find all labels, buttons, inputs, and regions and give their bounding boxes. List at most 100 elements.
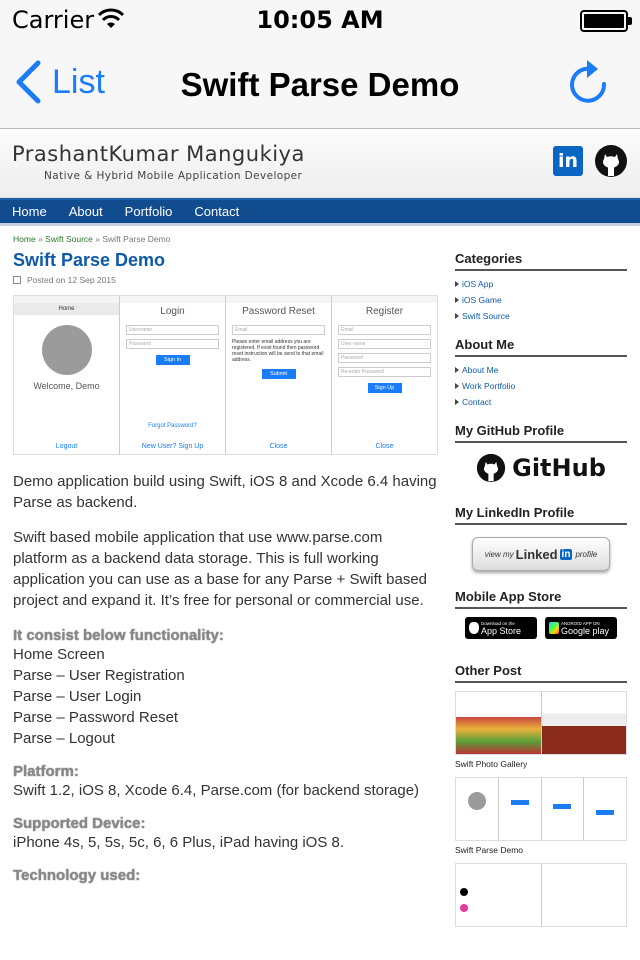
breadcrumb-separator: » — [38, 234, 43, 244]
badge-post-text: profile — [575, 549, 598, 559]
reenter-password-field: Re-enter Password — [338, 367, 431, 377]
other-post-title[interactable]: Swift Parse Demo — [455, 845, 627, 855]
github-title: My GitHub Profile — [455, 423, 627, 443]
password-field: Password — [338, 353, 431, 363]
apple-icon — [469, 622, 479, 634]
app-store-button[interactable]: Download on the App Store — [465, 617, 537, 639]
github-icon[interactable] — [594, 144, 628, 178]
web-view[interactable]: PrashantKumar Mangukiya Native & Hybrid … — [0, 130, 640, 960]
store-badges: Download on the App Store ANDROID APP ON… — [455, 617, 627, 639]
post-thumbnail-task-app[interactable] — [455, 863, 627, 927]
screenshot-register: Register Email User name Password Re-ent… — [332, 296, 437, 454]
linkedin-profile-badge[interactable]: view my Linked in profile — [472, 537, 610, 571]
about-me-link[interactable]: About Me — [455, 365, 627, 375]
contact-link[interactable]: Contact — [455, 397, 627, 407]
about-list: About Me Work Portfolio Contact — [455, 365, 627, 407]
screenshot-password-reset: Password Reset Email Please enter email … — [226, 296, 332, 454]
screen-header: Register — [365, 306, 404, 317]
username-field: User name — [338, 339, 431, 349]
devices-text: iPhone 4s, 5, 5s, 5c, 6, 6 Plus, iPad ha… — [13, 834, 345, 851]
sign-up-link: New User? Sign Up — [141, 443, 204, 450]
app-store-big-text: App Store — [481, 625, 522, 636]
category-ios-game[interactable]: iOS Game — [455, 295, 627, 305]
categories-title: Categories — [455, 251, 627, 271]
google-play-big-text: Google play — [561, 625, 610, 636]
functionality-heading: It consist below functionality: — [13, 627, 224, 644]
devices-heading: Supported Device: — [13, 815, 146, 832]
site-author-name[interactable]: PrashantKumar Mangukiya — [12, 142, 305, 166]
reset-instructions: Please enter email address you are regis… — [232, 339, 324, 363]
breadcrumb-current: Swift Parse Demo — [102, 234, 171, 244]
breadcrumb-separator: » — [95, 234, 100, 244]
categories-list: iOS App iOS Game Swift Source — [455, 279, 627, 321]
refresh-icon[interactable] — [566, 58, 612, 106]
close-link: Close — [269, 443, 288, 450]
badge-pre-text: view my — [484, 549, 514, 559]
breadcrumb-section[interactable]: Swift Source — [45, 234, 93, 244]
submit-button: Submit — [261, 369, 296, 379]
clock: 10:05 AM — [256, 6, 384, 34]
status-bar: Carrier 10:05 AM — [0, 0, 640, 40]
sidebar: Categories iOS App iOS Game Swift Source… — [455, 251, 627, 927]
functionality-list: Home Screen Parse – User Registration Pa… — [13, 644, 438, 749]
platform-text: Swift 1.2, iOS 8, Xcode 6.4, Parse.com (… — [13, 782, 420, 799]
menu-item-home[interactable]: Home — [12, 204, 47, 219]
list-item: Parse – Logout — [13, 730, 115, 747]
list-item: Parse – User Registration — [13, 667, 185, 684]
post-date-text: Posted on 12 Sep 2015 — [27, 275, 116, 285]
screen-header: Password Reset — [242, 306, 315, 317]
avatar — [41, 325, 92, 375]
list-item: Parse – Password Reset — [13, 709, 179, 726]
site-menu: Home About Portfolio Contact — [0, 198, 640, 226]
breadcrumb: Home » Swift Source » Swift Parse Demo — [13, 234, 438, 244]
close-link: Close — [375, 443, 394, 450]
screenshot-login: Login Username Password Sign In Forgot P… — [120, 296, 226, 454]
battery-icon — [580, 10, 632, 32]
post-title[interactable]: Swift Parse Demo — [13, 250, 438, 271]
welcome-text: Welcome, Demo — [33, 381, 100, 391]
other-post-title[interactable]: Swift Photo Gallery — [455, 759, 627, 769]
menu-item-about[interactable]: About — [69, 204, 103, 219]
post-intro: Demo application build using Swift, iOS … — [13, 473, 437, 511]
sign-up-button: Sign Up — [367, 383, 402, 393]
post-description: Swift based mobile application that use … — [13, 529, 428, 609]
navigation-bar: List Swift Parse Demo — [0, 40, 640, 129]
linkedin-icon[interactable]: in — [553, 146, 583, 176]
sign-in-button: Sign In — [155, 355, 190, 365]
app-screenshots-image: Home Welcome, Demo Logout Login Username… — [13, 295, 438, 455]
technology-heading: Technology used: — [13, 867, 141, 884]
breadcrumb-home[interactable]: Home — [13, 234, 36, 244]
google-play-button[interactable]: ANDROID APP ON Google play — [545, 617, 617, 639]
linkedin-title: My LinkedIn Profile — [455, 505, 627, 525]
badge-brand-text: Linked — [515, 546, 558, 562]
linkedin-icon: in — [559, 548, 573, 560]
screenshot-welcome: Home Welcome, Demo Logout — [14, 296, 120, 454]
page-title: Swift Parse Demo — [180, 66, 460, 103]
github-profile-link[interactable]: GitHub — [455, 443, 627, 493]
github-wordmark: GitHub — [512, 454, 606, 482]
work-portfolio-link[interactable]: Work Portfolio — [455, 381, 627, 391]
logout-link: Logout — [55, 443, 78, 450]
site-tagline: Native & Hybrid Mobile Application Devel… — [44, 170, 303, 182]
category-ios-app[interactable]: iOS App — [455, 279, 627, 289]
forgot-password-link: Forgot Password? — [148, 423, 197, 429]
menu-item-contact[interactable]: Contact — [194, 204, 239, 219]
password-field: Password — [126, 339, 219, 349]
post-date: Posted on 12 Sep 2015 — [13, 275, 438, 285]
google-play-icon — [549, 622, 559, 634]
list-item: Parse – User Login — [13, 688, 142, 705]
email-field: Email — [338, 325, 431, 335]
other-posts-title: Other Post — [455, 663, 627, 683]
screen-header: Login — [160, 306, 185, 317]
menu-item-portfolio[interactable]: Portfolio — [125, 204, 173, 219]
email-field: Email — [232, 325, 325, 335]
post-thumbnail-parse-demo[interactable] — [455, 777, 627, 841]
post-content: Home » Swift Source » Swift Parse Demo S… — [13, 232, 438, 884]
store-title: Mobile App Store — [455, 589, 627, 609]
github-icon — [477, 453, 506, 483]
post-thumbnail-photo-gallery[interactable] — [455, 691, 627, 755]
screen-header: Home — [14, 303, 119, 315]
site-header: PrashantKumar Mangukiya Native & Hybrid … — [0, 130, 640, 198]
about-title: About Me — [455, 337, 627, 357]
category-swift-source[interactable]: Swift Source — [455, 311, 627, 321]
